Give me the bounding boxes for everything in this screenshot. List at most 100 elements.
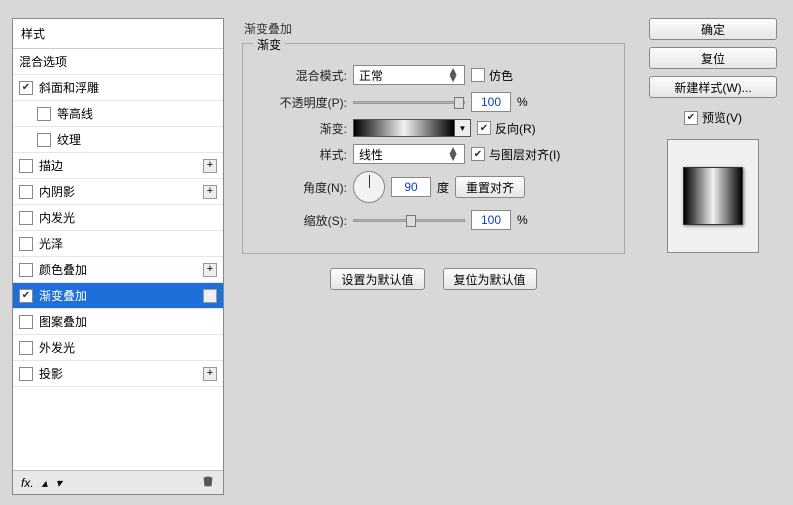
preview-label: 预览(V) xyxy=(702,109,742,126)
style-item-label: 外发光 xyxy=(39,339,75,356)
styles-header: 样式 xyxy=(13,19,223,49)
add-effect-icon[interactable]: + xyxy=(203,367,217,381)
scale-input[interactable] xyxy=(471,210,511,230)
style-item-label: 纹理 xyxy=(57,131,81,148)
checkbox-box xyxy=(471,147,485,161)
style-checkbox[interactable] xyxy=(19,263,33,277)
add-effect-icon[interactable]: + xyxy=(203,159,217,173)
scale-slider[interactable] xyxy=(353,212,465,228)
style-item-label: 投影 xyxy=(39,365,63,382)
checkbox-box xyxy=(471,68,485,82)
style-item[interactable]: 内阴影 + xyxy=(13,179,223,205)
reset-default-button[interactable]: 复位为默认值 xyxy=(443,268,537,290)
select-arrows-icon: ▲▼ xyxy=(447,68,459,82)
style-checkbox[interactable] xyxy=(37,133,51,147)
fx-menu-icon[interactable]: fx. xyxy=(21,476,34,490)
cancel-button[interactable]: 复位 xyxy=(649,47,777,69)
style-item-label: 渐变叠加 xyxy=(39,287,87,304)
set-default-button[interactable]: 设置为默认值 xyxy=(330,268,424,290)
preview-checkbox[interactable]: 预览(V) xyxy=(684,109,742,126)
gradient-preview xyxy=(353,119,455,137)
style-item[interactable]: 颜色叠加 + xyxy=(13,257,223,283)
fieldset-label: 渐变 xyxy=(253,36,285,53)
style-checkbox[interactable] xyxy=(19,367,33,381)
style-select[interactable]: 线性 ▲▼ xyxy=(353,144,465,164)
styles-list-panel: 样式 混合选项 斜面和浮雕等高线纹理描边 + 内阴影 + 内发光光泽颜色叠加 + 渐变叠加 +… xyxy=(12,18,224,495)
gradient-dropdown-icon[interactable]: ▼ xyxy=(455,119,471,137)
up-arrow-icon[interactable]: ▴ xyxy=(42,476,48,490)
style-item[interactable]: 内发光 xyxy=(13,205,223,231)
dither-label: 仿色 xyxy=(489,67,513,84)
angle-input[interactable] xyxy=(391,177,431,197)
style-item[interactable]: 外发光 xyxy=(13,335,223,361)
gradient-fieldset: 渐变 混合模式: 正常 ▲▼ 仿色 不透明度(P): % xyxy=(242,43,625,254)
select-arrows-icon: ▲▼ xyxy=(447,147,459,161)
blend-mode-label: 混合模式: xyxy=(255,67,347,84)
style-item[interactable]: 描边 + xyxy=(13,153,223,179)
ok-button[interactable]: 确定 xyxy=(649,18,777,40)
add-effect-icon[interactable]: + xyxy=(203,289,217,303)
dither-checkbox[interactable]: 仿色 xyxy=(471,67,513,84)
style-checkbox[interactable] xyxy=(19,237,33,251)
style-checkbox[interactable] xyxy=(19,81,33,95)
angle-unit: 度 xyxy=(437,179,449,196)
blending-options-label: 混合选项 xyxy=(19,53,67,70)
options-panel: 渐变叠加 渐变 混合模式: 正常 ▲▼ 仿色 不透明度(P): xyxy=(234,18,633,495)
reverse-label: 反向(R) xyxy=(495,120,536,137)
style-item[interactable]: 纹理 xyxy=(13,127,223,153)
gradient-picker[interactable]: ▼ xyxy=(353,119,471,137)
style-item-label: 内阴影 xyxy=(39,183,75,200)
style-checkbox[interactable] xyxy=(37,107,51,121)
style-item-label: 斜面和浮雕 xyxy=(39,79,99,96)
add-effect-icon[interactable]: + xyxy=(203,185,217,199)
panel-title: 渐变叠加 xyxy=(244,20,625,37)
opacity-label: 不透明度(P): xyxy=(255,94,347,111)
opacity-slider[interactable] xyxy=(353,94,465,110)
style-checkbox[interactable] xyxy=(19,159,33,173)
layer-style-dialog: 样式 混合选项 斜面和浮雕等高线纹理描边 + 内阴影 + 内发光光泽颜色叠加 + 渐变叠加 +… xyxy=(0,0,793,505)
actions-panel: 确定 复位 新建样式(W)... 预览(V) xyxy=(643,18,783,495)
align-checkbox[interactable]: 与图层对齐(I) xyxy=(471,146,560,163)
style-item[interactable]: 等高线 xyxy=(13,101,223,127)
checkbox-box xyxy=(477,121,491,135)
reset-align-button[interactable]: 重置对齐 xyxy=(455,176,525,198)
new-style-button[interactable]: 新建样式(W)... xyxy=(649,76,777,98)
scale-label: 缩放(S): xyxy=(255,212,347,229)
style-item-label: 内发光 xyxy=(39,209,75,226)
angle-dial[interactable] xyxy=(353,171,385,203)
angle-label: 角度(N): xyxy=(255,179,347,196)
style-item[interactable]: 光泽 xyxy=(13,231,223,257)
blend-mode-select[interactable]: 正常 ▲▼ xyxy=(353,65,465,85)
down-arrow-icon[interactable]: ▾ xyxy=(56,476,62,490)
style-item-label: 光泽 xyxy=(39,235,63,252)
style-item[interactable]: 斜面和浮雕 xyxy=(13,75,223,101)
style-checkbox[interactable] xyxy=(19,185,33,199)
preview-swatch xyxy=(683,167,743,225)
style-item-label: 等高线 xyxy=(57,105,93,122)
styles-footer: fx. ▴ ▾ xyxy=(13,470,223,494)
align-label: 与图层对齐(I) xyxy=(489,146,560,163)
opacity-input[interactable] xyxy=(471,92,511,112)
style-item[interactable]: 渐变叠加 + xyxy=(13,283,223,309)
style-value: 线性 xyxy=(359,146,383,163)
style-checkbox[interactable] xyxy=(19,341,33,355)
checkbox-box xyxy=(684,111,698,125)
add-effect-icon[interactable]: + xyxy=(203,263,217,277)
trash-icon[interactable] xyxy=(201,474,215,491)
preview-box xyxy=(667,139,759,253)
style-item[interactable]: 投影 + xyxy=(13,361,223,387)
style-label: 样式: xyxy=(255,146,347,163)
style-checkbox[interactable] xyxy=(19,289,33,303)
blending-options-item[interactable]: 混合选项 xyxy=(13,49,223,75)
style-item[interactable]: 图案叠加 xyxy=(13,309,223,335)
scale-unit: % xyxy=(517,213,528,227)
style-item-label: 颜色叠加 xyxy=(39,261,87,278)
opacity-unit: % xyxy=(517,95,528,109)
reverse-checkbox[interactable]: 反向(R) xyxy=(477,120,536,137)
blend-mode-value: 正常 xyxy=(359,67,383,84)
style-item-label: 描边 xyxy=(39,157,63,174)
gradient-label: 渐变: xyxy=(255,120,347,137)
style-checkbox[interactable] xyxy=(19,315,33,329)
style-item-label: 图案叠加 xyxy=(39,313,87,330)
style-checkbox[interactable] xyxy=(19,211,33,225)
